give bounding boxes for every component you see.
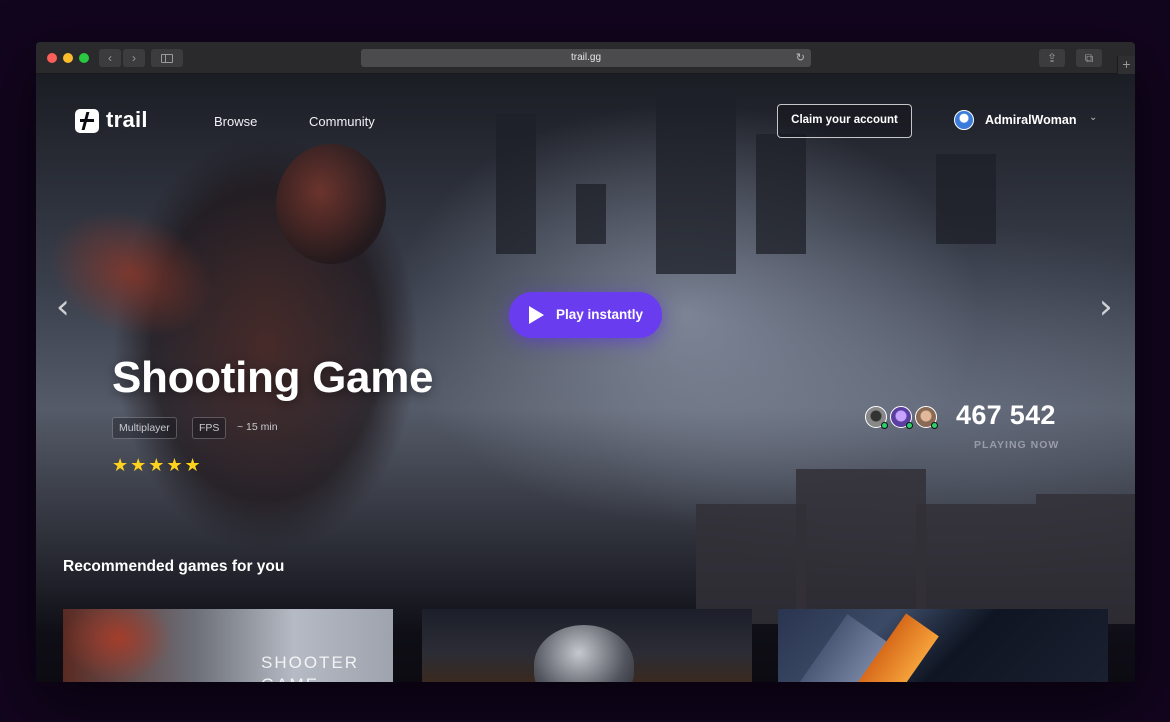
browser-window: ‹ › trail.gg ↻ ⇪ ⧉ + trail Browse Commun… [36, 42, 1135, 682]
star-rating: ★★★★★ [112, 455, 203, 476]
minimize-window-icon[interactable] [63, 53, 73, 63]
play-button-label: Play instantly [556, 307, 644, 322]
background-building [1036, 494, 1135, 624]
reload-icon[interactable]: ↻ [796, 49, 805, 67]
player-avatar[interactable] [865, 406, 888, 429]
player-avatar[interactable] [890, 406, 913, 429]
card-art [534, 625, 634, 682]
trail-logo-icon[interactable] [75, 109, 99, 133]
genre-tag[interactable]: FPS [192, 417, 227, 439]
play-instantly-button[interactable]: Play instantly [509, 292, 662, 338]
maximize-window-icon[interactable] [79, 53, 89, 63]
play-icon [529, 306, 544, 324]
nav-community-link[interactable]: Community [309, 114, 375, 129]
game-card[interactable] [422, 609, 752, 682]
session-duration: ~ 15 min [237, 421, 278, 433]
share-button[interactable]: ⇪ [1039, 49, 1065, 67]
background-building [696, 504, 806, 624]
forward-button[interactable]: › [123, 49, 145, 67]
game-card[interactable] [778, 609, 1108, 682]
online-indicator [906, 422, 913, 429]
genre-tag[interactable]: Multiplayer [112, 417, 177, 439]
url-text: trail.gg [570, 52, 601, 63]
online-indicator [931, 422, 938, 429]
tabs-overview-button[interactable]: ⧉ [1076, 49, 1102, 67]
browser-titlebar: ‹ › trail.gg ↻ ⇪ ⧉ + [36, 42, 1135, 74]
recommended-section-title: Recommended games for you [63, 558, 285, 575]
user-avatar[interactable] [954, 110, 974, 130]
game-card[interactable]: SHOOTER GAME [63, 609, 393, 682]
background-building [796, 469, 926, 619]
username[interactable]: AdmiralWoman [985, 113, 1076, 127]
carousel-prev-icon[interactable]: ‹ [56, 287, 70, 327]
soldier-arm [36, 188, 232, 360]
sidebar-icon [161, 54, 173, 63]
claim-account-button[interactable]: Claim your account [777, 104, 912, 138]
card-title-art: SHOOTER GAME [261, 653, 360, 682]
player-avatar[interactable] [915, 406, 938, 429]
playing-now-label: PLAYING NOW [974, 439, 1060, 451]
card-art [63, 609, 173, 682]
site-header: trail Browse Community Claim your accoun… [36, 74, 1135, 164]
online-indicator [881, 422, 888, 429]
background-block [936, 154, 996, 244]
background-block [576, 184, 606, 244]
back-button[interactable]: ‹ [99, 49, 121, 67]
close-window-icon[interactable] [47, 53, 57, 63]
nav-browse-link[interactable]: Browse [214, 114, 257, 129]
background-building [916, 504, 1036, 624]
new-tab-button[interactable]: + [1117, 56, 1135, 74]
game-title: Shooting Game [112, 353, 434, 402]
sidebar-toggle-button[interactable] [151, 49, 183, 67]
carousel-next-icon[interactable]: › [1099, 287, 1113, 327]
logo-text[interactable]: trail [106, 107, 148, 133]
chevron-down-icon[interactable]: ⌄ [1089, 112, 1097, 123]
address-bar[interactable]: trail.gg ↻ [361, 49, 811, 67]
players-count: 467 542 [956, 400, 1056, 430]
